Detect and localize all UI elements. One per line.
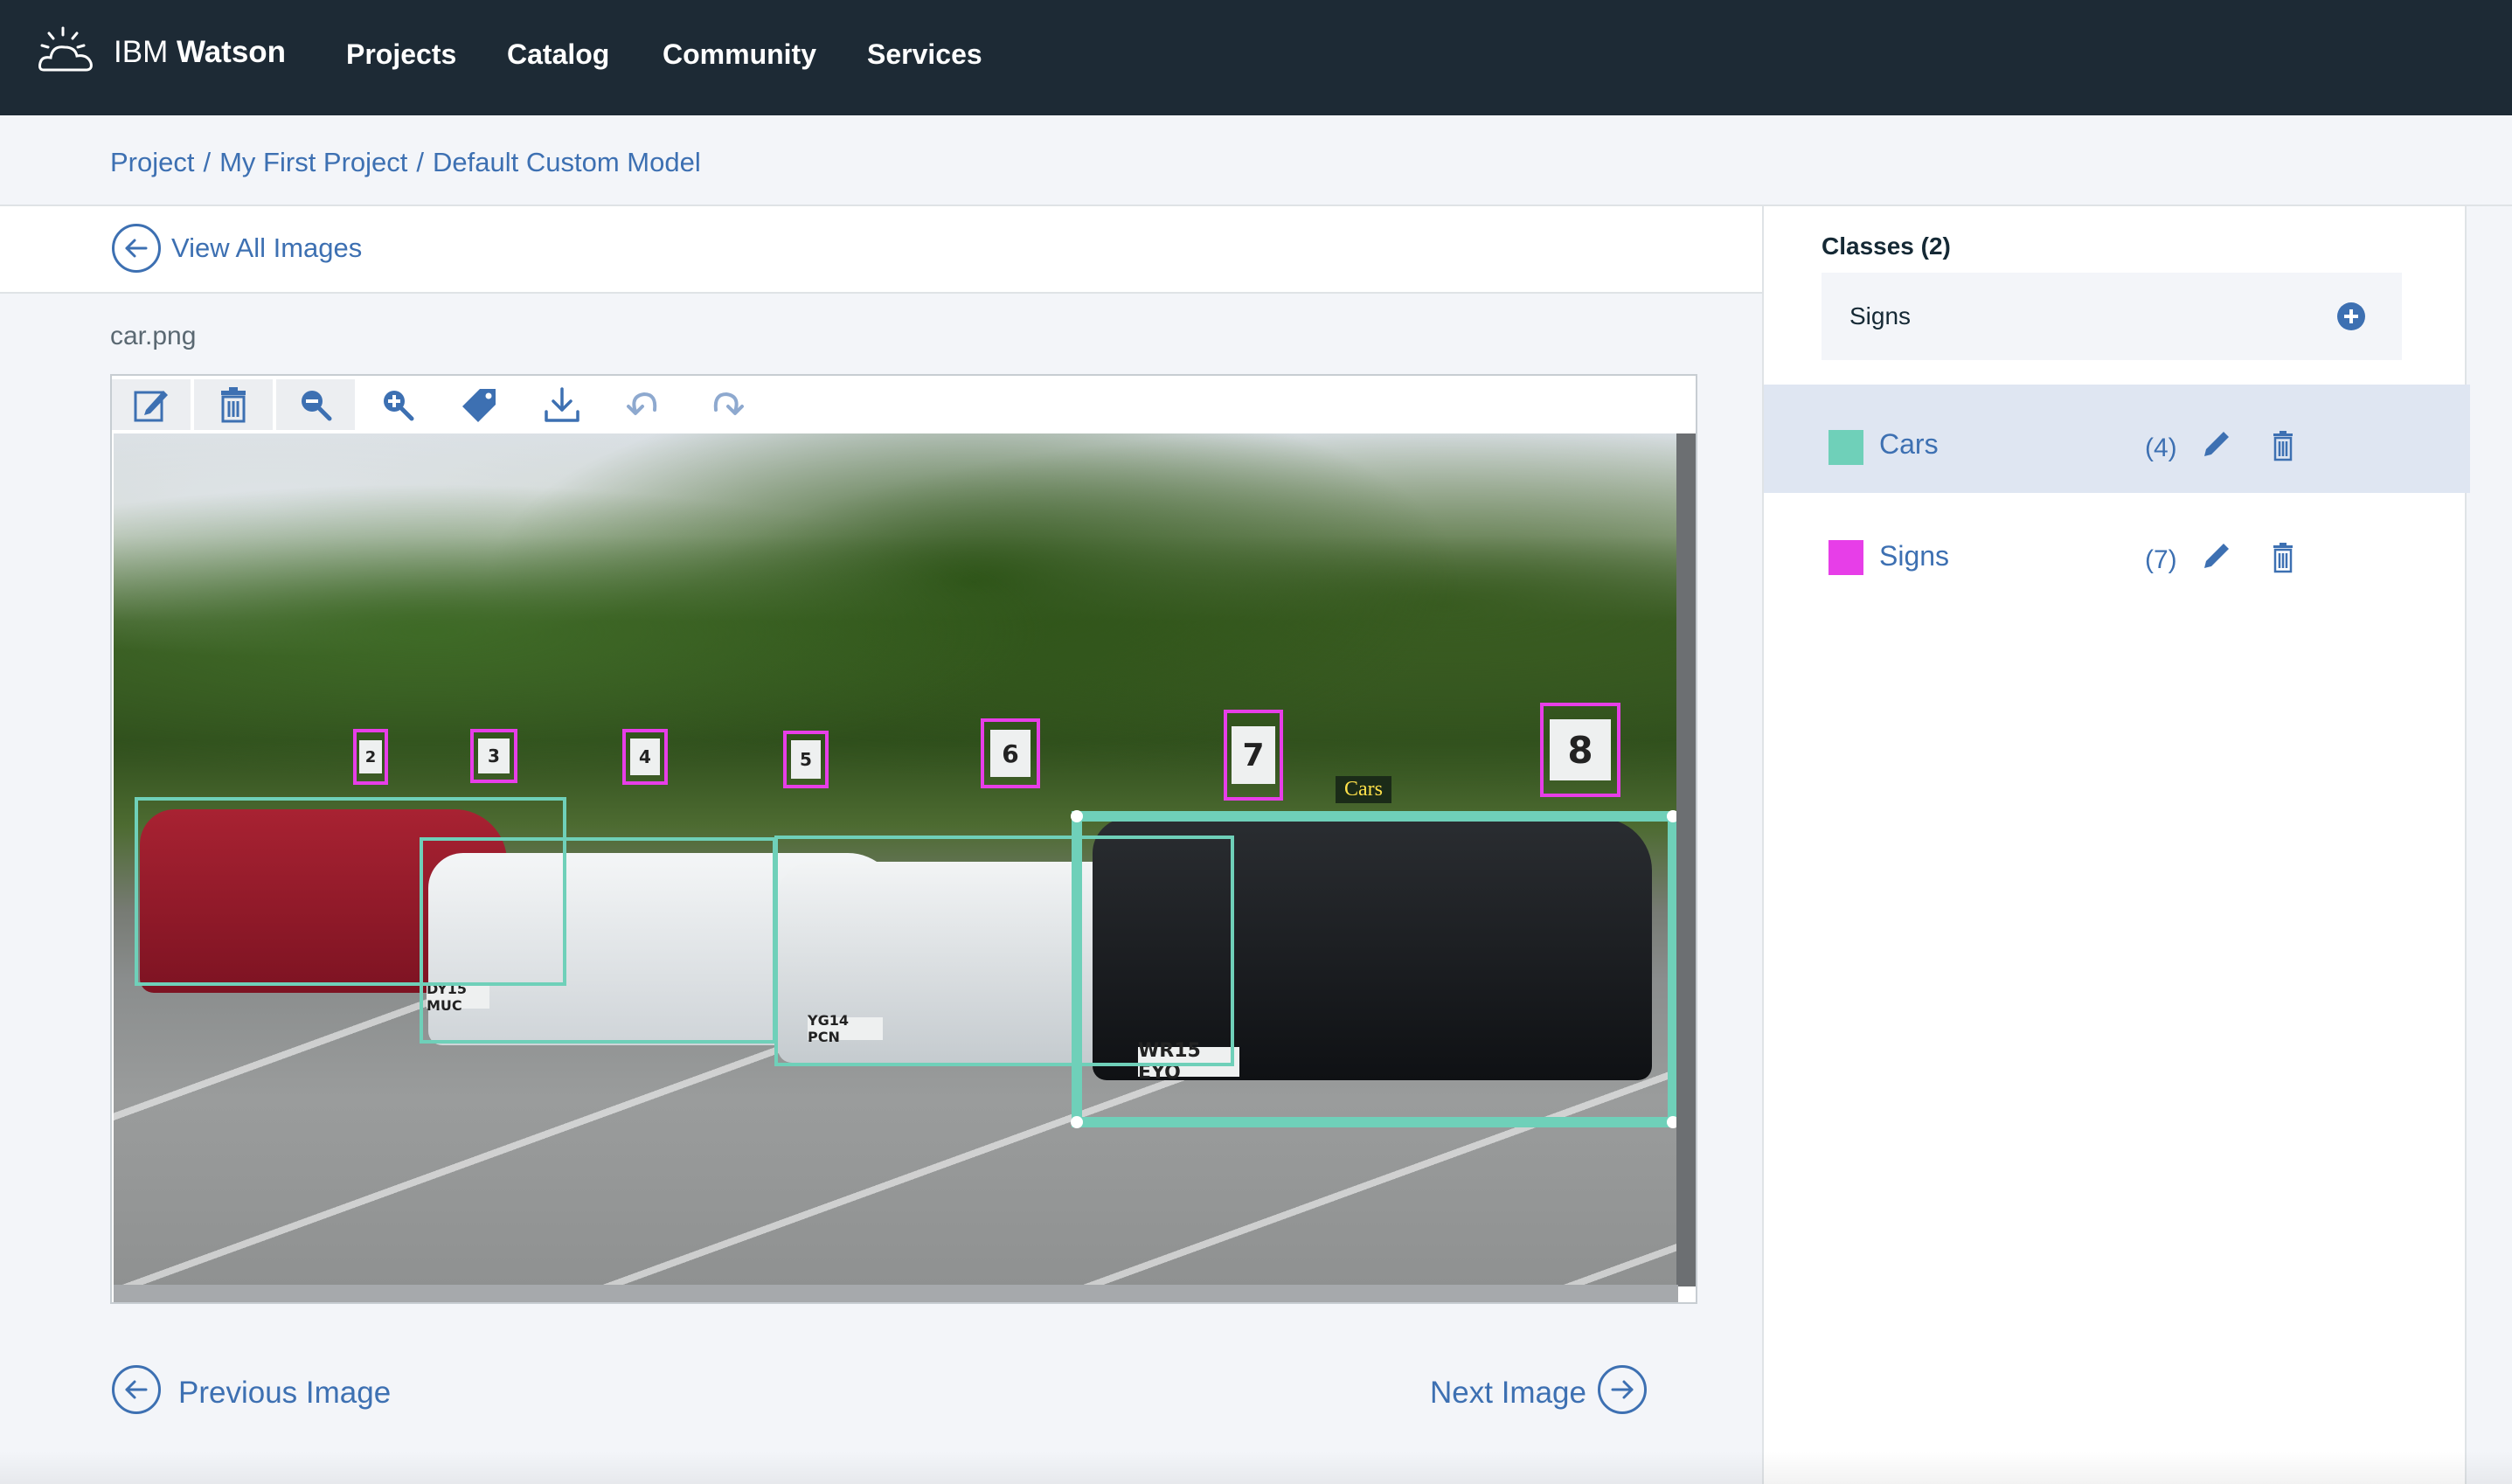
zoom-in-button[interactable] (358, 379, 437, 430)
sign-bounding-box[interactable]: 5 (783, 731, 829, 788)
breadcrumb-my-first-project[interactable]: My First Project (219, 147, 407, 177)
nav-projects[interactable]: Projects (346, 38, 456, 71)
box-class-label: Cars (1336, 776, 1391, 803)
edit-tool-button[interactable] (112, 379, 191, 430)
class-input-field (1822, 273, 2402, 360)
sign-number: 2 (359, 740, 382, 773)
top-nav-bar: IBM Watson Projects Catalog Community Se… (0, 0, 2512, 115)
nav-services[interactable]: Services (867, 38, 982, 71)
redo-icon (713, 392, 744, 415)
back-arrow-icon[interactable] (112, 224, 161, 273)
add-class-icon[interactable] (2335, 301, 2367, 332)
edit-class-button[interactable] (2199, 426, 2234, 461)
zoom-out-button[interactable] (276, 379, 355, 430)
sign-bounding-box[interactable]: 7 (1224, 710, 1283, 801)
trash-icon (221, 387, 246, 423)
zoom-out-icon (302, 391, 332, 421)
horizontal-scrollbar[interactable] (114, 1285, 1678, 1302)
breadcrumb-separator: / (203, 147, 212, 177)
edit-icon (134, 391, 168, 422)
delete-class-button[interactable] (2266, 540, 2300, 575)
image-editor: DY15 MUC YG14 PCN WR15 EYO Cars 2 3 4 5 … (110, 374, 1697, 1304)
delete-tool-button[interactable] (194, 379, 273, 430)
download-button[interactable] (523, 379, 601, 430)
class-color-swatch (1828, 540, 1863, 575)
previous-arrow-icon[interactable] (112, 1365, 161, 1414)
editor-toolbar (112, 376, 1696, 432)
breadcrumb-separator: / (416, 147, 425, 177)
sign-bounding-box[interactable]: 8 (1540, 703, 1620, 797)
nav-community[interactable]: Community (663, 38, 816, 71)
brand-name[interactable]: IBM Watson (114, 35, 286, 70)
image-filename: car.png (110, 322, 197, 350)
undo-button[interactable] (605, 379, 684, 430)
trash-icon (2273, 431, 2293, 461)
download-icon (545, 387, 579, 422)
sign-bounding-box[interactable]: 3 (470, 729, 517, 783)
class-row-cars[interactable]: Cars (4) (1764, 385, 2470, 493)
breadcrumb-bar: Project / My First Project / Default Custom … (0, 115, 2512, 206)
sign-number: 8 (1550, 719, 1611, 780)
sign-bounding-box[interactable]: 2 (353, 729, 388, 785)
breadcrumb-project[interactable]: Project (110, 147, 194, 177)
image-canvas[interactable]: DY15 MUC YG14 PCN WR15 EYO Cars 2 3 4 5 … (114, 433, 1678, 1286)
new-class-input[interactable] (1822, 273, 2311, 360)
pencil-icon (2204, 544, 2229, 568)
redo-button[interactable] (687, 379, 766, 430)
nav-catalog[interactable]: Catalog (507, 38, 609, 71)
resize-handle[interactable] (1071, 810, 1083, 822)
delete-class-button[interactable] (2266, 428, 2300, 463)
brand-product: Watson (176, 35, 287, 69)
brand-prefix: IBM (114, 35, 169, 69)
view-all-images-link[interactable]: View All Images (171, 232, 362, 264)
sign-number: 5 (791, 740, 821, 779)
sign-number: 3 (478, 739, 510, 773)
sign-bounding-box[interactable]: 6 (981, 718, 1040, 788)
undo-icon (627, 392, 657, 415)
trash-icon (2273, 543, 2293, 573)
class-row-signs[interactable]: Signs (7) (1764, 495, 2470, 603)
class-color-swatch (1828, 430, 1863, 465)
tag-button[interactable] (441, 379, 519, 430)
next-image-link[interactable]: Next Image (1430, 1376, 1586, 1411)
selected-car-bounding-box[interactable] (1071, 810, 1678, 1128)
vertical-scrollbar[interactable] (1676, 433, 1696, 1286)
breadcrumb: Project / My First Project / Default Custom … (110, 147, 701, 178)
tag-icon (462, 389, 496, 422)
resize-handle[interactable] (1071, 1116, 1083, 1128)
pencil-icon (2204, 432, 2229, 456)
car-bounding-box[interactable] (420, 837, 776, 1044)
next-arrow-icon[interactable] (1598, 1365, 1647, 1414)
classes-title: Classes (2) (1822, 232, 1951, 260)
class-count: (4) (2145, 433, 2177, 462)
class-name: Cars (1879, 428, 1939, 460)
zoom-in-icon (384, 391, 414, 421)
view-all-bar: View All Images (0, 206, 1762, 294)
sign-number: 7 (1232, 726, 1275, 784)
sign-number: 4 (630, 739, 660, 775)
edit-class-button[interactable] (2199, 538, 2234, 573)
class-count: (7) (2145, 545, 2177, 574)
sign-bounding-box[interactable]: 4 (622, 729, 668, 785)
class-name: Signs (1879, 540, 1950, 572)
classes-panel: Classes (2) Cars (4) Signs (7) (1762, 206, 2470, 1484)
watson-logo-icon[interactable] (37, 24, 98, 79)
previous-image-link[interactable]: Previous Image (178, 1376, 391, 1411)
breadcrumb-default-custom-model[interactable]: Default Custom Model (433, 147, 701, 177)
sign-number: 6 (990, 730, 1030, 777)
